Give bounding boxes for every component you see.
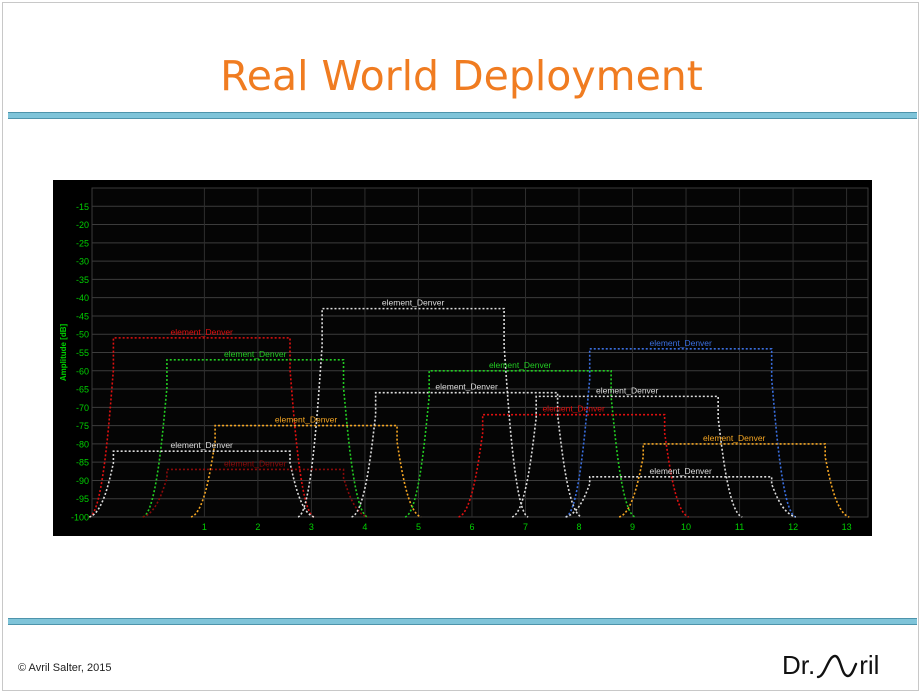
x-tick-label: 4 <box>362 522 367 532</box>
logo-suffix: ril <box>859 650 880 680</box>
series-label: element_Denver <box>224 458 287 468</box>
y-tick-label: -70 <box>76 403 89 413</box>
spectrum-chart: -15 -20 -25 -30 -35 -40 -45 -50 -55 -60 -65 -70 -75 -… <box>53 180 872 536</box>
x-tick-label: 3 <box>309 522 314 532</box>
y-tick-label: -55 <box>76 348 89 358</box>
y-tick-label: -85 <box>76 458 89 468</box>
chart-svg: -15 -20 -25 -30 -35 -40 -45 -50 -55 -60 -65 -70 -75 -… <box>59 187 869 532</box>
x-tick-label: 6 <box>469 522 474 532</box>
y-tick-label: -45 <box>76 311 89 321</box>
y-tick-label: -60 <box>76 366 89 376</box>
y-tick-label: -35 <box>76 275 89 285</box>
y-tick-label: -40 <box>76 293 89 303</box>
y-tick-label: -15 <box>76 202 89 212</box>
y-axis-label: Amplitude [dB] <box>59 324 68 382</box>
series-label: element_Denver <box>650 466 713 476</box>
series-label: element_Denver <box>542 404 605 414</box>
logo: Dr. ril <box>782 650 879 681</box>
series-label: element_Denver <box>435 382 498 392</box>
series-label: element_Denver <box>382 298 445 308</box>
series-label: element_Denver <box>171 327 234 337</box>
x-tick-label: 9 <box>630 522 635 532</box>
logo-wave-icon <box>817 654 858 678</box>
series-label: element_Denver <box>224 349 287 359</box>
x-tick-label: 7 <box>523 522 528 532</box>
y-tick-label: -90 <box>76 476 89 486</box>
y-tick-label: -25 <box>76 238 89 248</box>
copyright-text: © Avril Salter, 2015 <box>18 662 112 674</box>
y-tick-label: -30 <box>76 257 89 267</box>
series-label: element_Denver <box>275 415 338 425</box>
y-tick-label: -65 <box>76 385 89 395</box>
y-tick-label: -100 <box>71 513 89 523</box>
x-tick-label: 12 <box>788 522 798 532</box>
logo-prefix: Dr. <box>782 650 816 680</box>
y-tick-label: -75 <box>76 421 89 431</box>
x-tick-label: 5 <box>416 522 421 532</box>
y-tick-label: -95 <box>76 494 89 504</box>
x-tick-label: 8 <box>576 522 581 532</box>
y-tick-label: -80 <box>76 439 89 449</box>
x-tick-label: 1 <box>202 522 207 532</box>
series-label: element_Denver <box>596 385 659 395</box>
x-tick-label: 10 <box>681 522 691 532</box>
series-label: element_Denver <box>489 360 552 370</box>
slide-title: Real World Deployment <box>220 52 703 100</box>
top-divider <box>8 112 917 119</box>
series-label: element_Denver <box>171 440 234 450</box>
y-tick-label: -50 <box>76 330 89 340</box>
series-label: element_Denver <box>650 338 713 348</box>
y-tick-label: -20 <box>76 220 89 230</box>
x-tick-label: 2 <box>255 522 260 532</box>
x-tick-label: 13 <box>842 522 852 532</box>
series-label: element_Denver <box>703 433 766 443</box>
x-tick-label: 11 <box>735 522 744 532</box>
bottom-divider <box>8 618 917 625</box>
